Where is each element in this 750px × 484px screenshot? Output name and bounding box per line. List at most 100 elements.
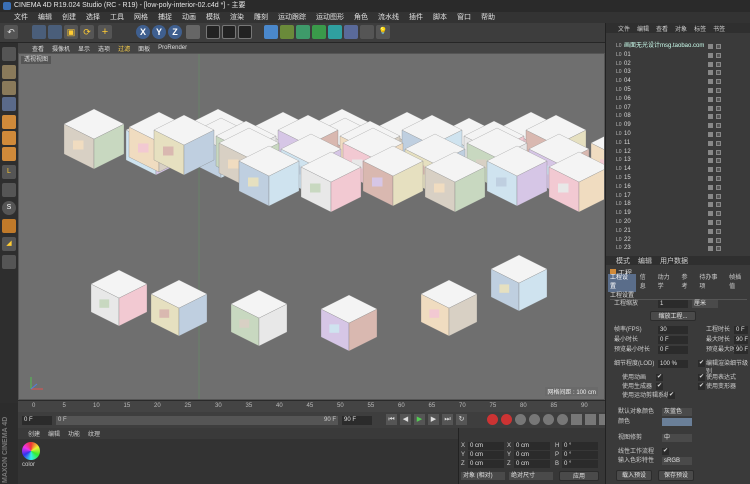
recent-tool-icon[interactable]: +	[98, 25, 112, 39]
subdivision-surface-icon[interactable]	[296, 25, 310, 39]
current-frame-field[interactable]: 0 F	[22, 416, 52, 425]
object-row[interactable]: L0 10	[606, 131, 750, 138]
grid-icon[interactable]	[2, 255, 16, 269]
prev-key-icon[interactable]: ◀	[400, 414, 411, 425]
menu-item[interactable]: 选择	[86, 12, 100, 23]
enable-check-icon[interactable]	[716, 149, 721, 155]
menu-item[interactable]: 编辑	[38, 12, 52, 23]
attr-menu-item[interactable]: 模式	[616, 256, 630, 266]
rotation-key-icon[interactable]	[543, 414, 554, 425]
use-motion-checkbox[interactable]: ✔	[668, 392, 675, 399]
object-row[interactable]: L0 02	[606, 61, 750, 68]
enable-check-icon[interactable]	[716, 132, 721, 137]
light-icon[interactable]: 💡	[376, 25, 390, 39]
snap-icon[interactable]: S	[2, 201, 16, 215]
coord-field[interactable]: 0 °	[562, 442, 598, 450]
object-row[interactable]: L0 05	[606, 87, 750, 94]
visibility-dot-icon[interactable]	[708, 132, 713, 137]
menu-item[interactable]: 运动跟踪	[278, 12, 306, 23]
visibility-dot-icon[interactable]	[708, 114, 713, 120]
visibility-dot-icon[interactable]	[708, 167, 713, 173]
render-settings-icon[interactable]	[238, 25, 252, 39]
menu-item[interactable]: 帮助	[481, 12, 495, 23]
solo-icon[interactable]: ◢	[2, 237, 16, 251]
enable-check-icon[interactable]	[716, 220, 721, 225]
lod-field[interactable]: 100 %	[658, 360, 688, 368]
enable-check-icon[interactable]	[716, 246, 721, 252]
menu-item[interactable]: 角色	[354, 12, 368, 23]
visibility-dot-icon[interactable]	[708, 44, 713, 49]
edges-mode-icon[interactable]	[2, 131, 16, 145]
menu-item[interactable]: 脚本	[433, 12, 447, 23]
menu-item[interactable]: 捕捉	[158, 12, 172, 23]
coord-field[interactable]: 0 cm	[468, 460, 504, 468]
visibility-dot-icon[interactable]	[708, 52, 713, 58]
use-anim-checkbox[interactable]: ✔	[656, 374, 663, 381]
object-row[interactable]: L0 09	[606, 122, 750, 129]
viewport-menu-item[interactable]: 面板	[138, 44, 150, 53]
object-row[interactable]: L0 13	[606, 157, 750, 164]
input-color-select[interactable]: sRGB	[662, 457, 692, 465]
visibility-dot-icon[interactable]	[708, 105, 713, 111]
scale-project-button[interactable]: 缩放工程...	[650, 311, 696, 321]
project-time-field[interactable]: 0 F	[734, 326, 748, 334]
enable-check-icon[interactable]	[716, 88, 721, 93]
menu-item[interactable]: 创建	[62, 12, 76, 23]
object-menu-item[interactable]: 文件	[618, 24, 630, 33]
attr-subtab[interactable]: 工程设置	[608, 273, 636, 292]
material-menu-item[interactable]: 纹理	[88, 429, 100, 438]
rotate-icon[interactable]: ⟳	[80, 25, 94, 39]
menu-item[interactable]: 网格	[134, 12, 148, 23]
object-row[interactable]: L0 画面无光设计msg.taobao.com	[606, 43, 750, 50]
enable-check-icon[interactable]	[716, 52, 721, 58]
enable-check-icon[interactable]	[716, 176, 721, 181]
z-axis-button[interactable]: Z	[168, 25, 182, 39]
enable-check-icon[interactable]	[716, 79, 721, 85]
viewport-menu-item[interactable]: 过滤	[118, 44, 130, 53]
menu-item[interactable]: 窗口	[457, 12, 471, 23]
object-row[interactable]: L0 18	[606, 201, 750, 208]
enable-check-icon[interactable]	[716, 167, 721, 173]
keyframe-selection-icon[interactable]	[515, 414, 526, 425]
menu-item[interactable]: 文件	[14, 12, 28, 23]
go-start-icon[interactable]: ⏮	[386, 414, 397, 425]
viewport-menu-item[interactable]: ProRender	[158, 45, 187, 51]
visibility-dot-icon[interactable]	[708, 123, 713, 129]
go-end-icon[interactable]: ⏭	[442, 414, 453, 425]
timeline-ruler[interactable]: 0 5 10 15 20 25 30 35 40 45 50 55 60 65 70 75 80 85 90	[18, 400, 605, 412]
visibility-dot-icon[interactable]	[708, 149, 713, 155]
coord-apply-button[interactable]: 应用	[559, 471, 599, 481]
points-mode-icon[interactable]	[2, 115, 16, 129]
object-row[interactable]: L0 21	[606, 228, 750, 235]
object-row[interactable]: L0 17	[606, 193, 750, 200]
attr-subtab[interactable]: 参考	[679, 274, 695, 292]
coord-mode-select[interactable]: 对象 (相对)	[461, 472, 505, 480]
object-menu-item[interactable]: 编辑	[637, 24, 649, 33]
object-row[interactable]: L0 14	[606, 166, 750, 173]
use-gen-checkbox[interactable]: ✔	[656, 383, 663, 390]
object-row[interactable]: L0 12	[606, 149, 750, 156]
material-menu-item[interactable]: 编辑	[48, 429, 60, 438]
camera-icon[interactable]	[360, 25, 374, 39]
end-frame-field[interactable]: 90 F	[342, 416, 372, 425]
undo-icon[interactable]: ↶	[4, 25, 18, 39]
coord-field[interactable]: 0 °	[562, 451, 598, 459]
play-icon[interactable]: ▶	[414, 414, 425, 425]
coord-size-select[interactable]: 绝对尺寸	[509, 472, 553, 480]
cube-primitive-icon[interactable]	[264, 25, 278, 39]
attr-subtab[interactable]: 帧插值	[727, 274, 749, 292]
render-view-icon[interactable]	[206, 25, 220, 39]
object-row[interactable]: L0 08	[606, 113, 750, 120]
model-mode-icon[interactable]	[2, 65, 16, 79]
preview-max-field[interactable]: 90 F	[734, 346, 748, 354]
object-row[interactable]: L0 07	[606, 105, 750, 112]
visibility-dot-icon[interactable]	[708, 61, 713, 67]
object-menu-item[interactable]: 书签	[713, 24, 725, 33]
object-row[interactable]: L0 11	[606, 140, 750, 147]
material-menu-item[interactable]: 功能	[68, 429, 80, 438]
viewport-menu-item[interactable]: 显示	[78, 44, 90, 53]
next-key-icon[interactable]: ▶	[428, 414, 439, 425]
coord-field[interactable]: 0 °	[562, 460, 598, 468]
enable-check-icon[interactable]	[716, 70, 721, 76]
loop-icon[interactable]: ↻	[456, 414, 467, 425]
